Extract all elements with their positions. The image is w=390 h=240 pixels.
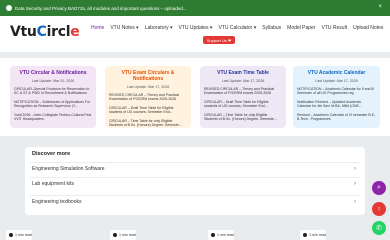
card-link[interactable]: CIRCULAR – Time Table for only Eligible … xyxy=(109,119,187,128)
card-date: Last Update: Mar 17, 2026 xyxy=(221,79,265,83)
menu-item-laboratory[interactable]: Laboratory ▾ xyxy=(145,25,173,31)
clock-icon xyxy=(303,233,307,237)
close-icon[interactable]: × xyxy=(378,4,382,10)
card-date: Last Update: Mar 17, 2026 xyxy=(126,85,170,89)
menu-item-upload-notes[interactable]: Upload Notes xyxy=(353,25,383,31)
card-link[interactable]: CIRCULAR – Draft Time Table for Eligible… xyxy=(204,100,282,109)
search-icon[interactable]: ⌕ xyxy=(372,181,386,195)
whatsapp-icon[interactable]: ✆ xyxy=(372,221,386,235)
scroll-up-icon[interactable]: ↑ xyxy=(372,202,386,216)
support-us-button[interactable]: Support Us ❤ xyxy=(203,36,235,44)
card-link[interactable]: CIRCULAR – Time Table for only Eligible … xyxy=(204,113,282,122)
card-academic-calendar[interactable]: VTU Academic Calendar Last Update: Mar 1… xyxy=(293,66,380,128)
site-logo[interactable]: VtuCircle xyxy=(10,24,80,40)
card-title: VTU Academic Calendar xyxy=(307,70,366,76)
card-link[interactable]: CIRCULAR – Draft Time Table for Eligible… xyxy=(109,106,187,115)
card-link[interactable]: Revised – Academic Calendar of VI semest… xyxy=(297,113,376,122)
menu-item-vtu-updates[interactable]: VTU Updates ▾ xyxy=(179,25,213,31)
card-link[interactable]: Notification Revised – Updated Academic … xyxy=(297,100,376,109)
discover-more-panel: Discover more Engineering Simulation Sof… xyxy=(25,147,365,215)
discover-item-simulation-software[interactable]: Engineering Simulation Software › xyxy=(30,162,360,175)
clock-icon xyxy=(9,233,13,237)
card-title: VTU Exam Circulars & Notifications xyxy=(121,70,175,82)
discover-heading: Discover more xyxy=(32,151,71,157)
main-menu: Home VTU Notes ▾ Laboratory ▾ VTU Update… xyxy=(91,25,383,31)
card-date: Last Update: Mar 20, 2026 xyxy=(31,79,75,83)
chevron-right-icon: › xyxy=(354,199,356,205)
card-link[interactable]: NOTIFICATION – Submission of Application… xyxy=(14,100,92,109)
card-date: Last Update: Mar 17, 2026 xyxy=(315,79,358,83)
card-title: VTU Exam Time Table xyxy=(217,70,269,76)
chevron-right-icon: › xyxy=(354,181,356,187)
card-title: VTU Circular & Notifications xyxy=(19,70,87,76)
read-time-badge: 1 min read xyxy=(110,230,136,240)
top-navbar: VtuCircle Home VTU Notes ▾ Laboratory ▾ … xyxy=(0,16,390,52)
menu-item-model-paper[interactable]: Model Paper xyxy=(287,25,315,31)
clock-icon xyxy=(113,233,117,237)
menu-item-vtu-calculator[interactable]: VTU Calculator ▾ xyxy=(218,25,256,31)
info-icon xyxy=(6,5,12,11)
menu-item-vtu-result[interactable]: VTU Result xyxy=(322,25,348,31)
discover-item-textbooks[interactable]: Engineering textbooks › xyxy=(30,195,360,208)
chevron-right-icon: › xyxy=(354,166,356,172)
announcement-banner[interactable]: Data Security and Privacy BAD715, all mo… xyxy=(0,0,390,16)
card-circular-notifications[interactable]: VTU Circular & Notifications Last Update… xyxy=(10,66,96,128)
card-exam-time-table[interactable]: VTU Exam Time Table Last Update: Mar 17,… xyxy=(200,66,286,128)
menu-item-home[interactable]: Home xyxy=(91,25,104,31)
read-time-badge: 1 min read xyxy=(208,230,234,240)
card-exam-circulars[interactable]: VTU Exam Circulars & Notifications Last … xyxy=(105,66,191,128)
menu-item-syllabus[interactable]: Syllabus xyxy=(262,25,281,31)
read-time-badge: 1 min read xyxy=(300,230,326,240)
discover-item-lab-equipment[interactable]: Lab equipment kits › xyxy=(30,177,360,190)
card-link[interactable]: REVISED CIRCULAR – Theory and Practical … xyxy=(204,87,282,96)
card-link[interactable]: NOTIFICATION – Academic Calendar for II … xyxy=(297,87,376,96)
card-link[interactable]: REVISED CIRCULAR – Theory and Practical … xyxy=(109,93,187,102)
card-link[interactable]: Yukti 2026 – Inter-Collegiate Techno-Cul… xyxy=(14,113,92,122)
card-link[interactable]: CIRCULAR–Special Provision for Reservati… xyxy=(14,87,92,96)
menu-item-vtu-notes[interactable]: VTU Notes ▾ xyxy=(110,25,138,31)
clock-icon xyxy=(211,233,215,237)
banner-text[interactable]: Data Security and Privacy BAD715, all mo… xyxy=(15,6,187,11)
notification-cards: VTU Circular & Notifications Last Update… xyxy=(0,58,390,136)
read-time-badge: 1 min read xyxy=(6,230,32,240)
